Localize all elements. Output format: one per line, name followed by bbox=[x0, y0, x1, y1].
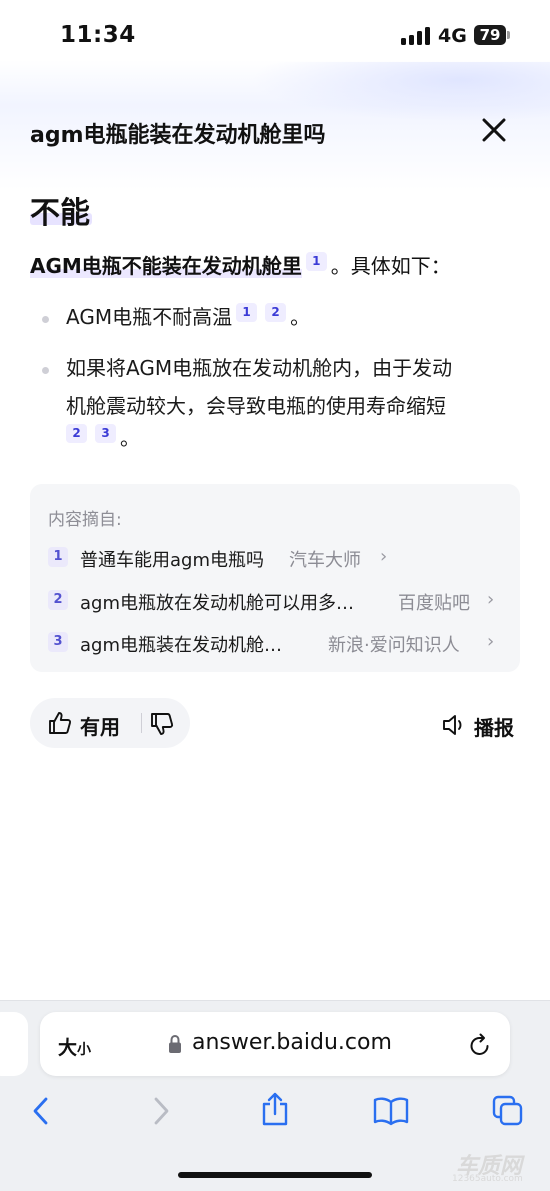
speaker-icon[interactable] bbox=[442, 713, 468, 737]
bullet-item: AGM电瓶不耐高温 1 2。 bbox=[66, 298, 310, 336]
text-size-button[interactable]: 大小 bbox=[58, 1033, 91, 1060]
citation-ref[interactable]: 1 bbox=[305, 252, 327, 272]
watermark-domain: 12365auto.com bbox=[452, 1174, 523, 1184]
chevron-right-icon[interactable]: › bbox=[487, 589, 494, 610]
thumbs-down-icon[interactable] bbox=[150, 712, 174, 736]
page-title: agm电瓶能装在发动机舱里吗 bbox=[30, 123, 326, 148]
source-number: 1 bbox=[48, 547, 68, 567]
bullet-text-line: 如果将AGM电瓶放在发动机舱内，由于发动 bbox=[66, 356, 453, 380]
home-indicator bbox=[178, 1172, 372, 1178]
answer-intro-rest: 。具体如下： bbox=[330, 254, 451, 278]
like-label[interactable]: 有用 bbox=[80, 711, 120, 740]
share-icon[interactable] bbox=[260, 1091, 290, 1127]
text-size-big: 大 bbox=[58, 1037, 78, 1059]
citation-ref[interactable]: 1 bbox=[236, 303, 258, 323]
back-icon[interactable] bbox=[30, 1096, 52, 1126]
citation-ref[interactable]: 3 bbox=[95, 424, 116, 444]
forward-icon[interactable] bbox=[150, 1096, 172, 1126]
lock-icon bbox=[169, 1034, 181, 1053]
citation-ref[interactable]: 2 bbox=[66, 424, 87, 444]
feedback-divider bbox=[141, 713, 142, 733]
battery-cap bbox=[507, 31, 510, 39]
chevron-right-icon[interactable]: › bbox=[380, 546, 387, 567]
broadcast-label[interactable]: 播报 bbox=[474, 712, 514, 741]
signal-icon bbox=[401, 27, 430, 45]
bullet-text: AGM电瓶不耐高温 bbox=[66, 305, 233, 329]
source-site[interactable]: 汽车大师 bbox=[289, 546, 361, 572]
source-number: 2 bbox=[48, 590, 68, 610]
answer-intro-strong: AGM电瓶不能装在发动机舱里 bbox=[30, 254, 302, 278]
reload-icon[interactable] bbox=[468, 1031, 492, 1057]
source-title[interactable]: agm电瓶放在发动机舱可以用多… bbox=[80, 589, 354, 615]
battery-icon: 79 bbox=[474, 25, 506, 45]
source-title[interactable]: 普通车能用agm电瓶吗 bbox=[80, 546, 264, 572]
thumbs-up-icon[interactable] bbox=[48, 711, 72, 735]
text-size-small: 小 bbox=[77, 1042, 92, 1058]
answer-title: 不能 bbox=[30, 196, 90, 231]
status-time: 11:34 bbox=[60, 22, 136, 48]
bullet-end: 。 bbox=[120, 426, 140, 450]
chevron-right-icon[interactable]: › bbox=[487, 631, 494, 652]
tabs-icon[interactable] bbox=[492, 1095, 524, 1127]
bookmarks-icon[interactable] bbox=[372, 1096, 410, 1126]
bullet-dot bbox=[42, 367, 49, 374]
citation-ref[interactable]: 2 bbox=[265, 303, 287, 323]
source-title[interactable]: agm电瓶装在发动机舱… bbox=[80, 631, 282, 657]
source-site[interactable]: 新浪·爱问知识人 bbox=[328, 631, 460, 657]
url-text[interactable]: answer.baidu.com bbox=[192, 1030, 392, 1055]
answer-intro: AGM电瓶不能装在发动机舱里 1 。具体如下： bbox=[30, 250, 451, 279]
sources-heading: 内容摘自: bbox=[48, 510, 122, 530]
bullet-end: 。 bbox=[290, 305, 311, 329]
header-glow bbox=[250, 62, 550, 122]
previous-tab-preview[interactable] bbox=[0, 1012, 28, 1076]
bullet-item: 如果将AGM电瓶放在发动机舱内，由于发动 机舱震动较大，会导致电瓶的使用寿命缩短… bbox=[66, 349, 516, 457]
network-type: 4G bbox=[438, 25, 467, 47]
close-icon[interactable] bbox=[481, 117, 507, 143]
source-site[interactable]: 百度贴吧 bbox=[398, 589, 470, 615]
bullet-dot bbox=[42, 316, 49, 323]
source-number: 3 bbox=[48, 632, 68, 652]
